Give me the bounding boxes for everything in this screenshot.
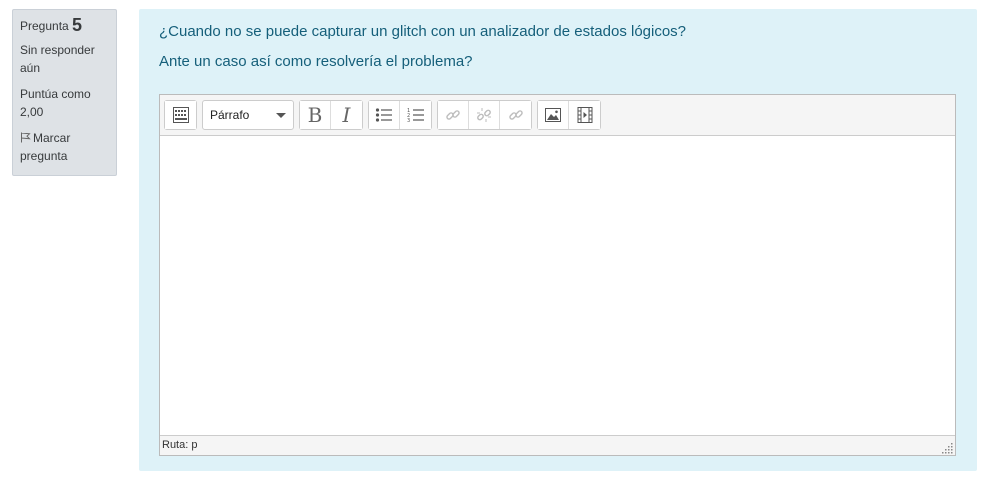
unordered-list-button[interactable] xyxy=(369,101,400,129)
film-icon xyxy=(577,107,592,123)
manage-links-button[interactable] xyxy=(500,101,531,129)
format-select-value: Párrafo xyxy=(210,108,250,122)
italic-icon: I xyxy=(342,103,351,127)
question-content: ¿Cuando no se puede capturar un glitch c… xyxy=(139,9,977,471)
bold-button[interactable]: B xyxy=(300,101,331,129)
image-icon xyxy=(545,108,561,122)
question-info-panel: Pregunta 5 Sin responder aún Puntúa como… xyxy=(12,9,117,176)
answer-editor: Párrafo B I 123 Ruta: p xyxy=(159,94,956,456)
question-line-2: Ante un caso así como resolvería el prob… xyxy=(159,53,473,70)
text-style-group: B I xyxy=(299,100,363,130)
toolbar-toggle-group xyxy=(164,100,197,130)
ordered-list-button[interactable]: 123 xyxy=(400,101,431,129)
bold-icon: B xyxy=(307,103,323,127)
list-group: 123 xyxy=(368,100,432,130)
paragraph-format-select[interactable]: Párrafo xyxy=(202,100,294,130)
chevron-down-icon xyxy=(276,113,286,118)
editor-toolbar: Párrafo B I 123 xyxy=(160,95,955,136)
link-group xyxy=(437,100,532,130)
media-group xyxy=(537,100,601,130)
insert-media-button[interactable] xyxy=(569,101,600,129)
question-line-1: ¿Cuando no se puede capturar un glitch c… xyxy=(159,23,687,40)
svg-text:3: 3 xyxy=(407,118,410,123)
question-grade: Puntúa como 2,00 xyxy=(20,87,91,119)
keyboard-icon xyxy=(172,107,189,123)
unlink-button[interactable] xyxy=(469,101,500,129)
italic-button[interactable]: I xyxy=(331,101,362,129)
resize-handle-icon[interactable] xyxy=(940,442,954,454)
numbered-list-icon: 123 xyxy=(407,108,424,123)
question-text: ¿Cuando no se puede capturar un glitch c… xyxy=(159,22,686,82)
flag-icon xyxy=(21,132,31,143)
question-label: Pregunta xyxy=(20,19,69,33)
link-manage-icon xyxy=(508,110,523,120)
unlink-icon xyxy=(477,108,491,122)
element-path: Ruta: p xyxy=(162,439,198,451)
link-icon xyxy=(446,110,460,120)
bullet-list-icon xyxy=(375,108,392,122)
insert-image-button[interactable] xyxy=(538,101,569,129)
editor-statusbar: Ruta: p xyxy=(160,435,955,455)
question-state: Sin responder aún xyxy=(20,43,95,75)
flag-question-link[interactable]: Marcar pregunta xyxy=(20,129,109,165)
answer-text-area[interactable] xyxy=(160,136,955,435)
question-number: Pregunta 5 xyxy=(20,16,109,35)
toolbar-toggle-button[interactable] xyxy=(165,101,196,129)
link-button[interactable] xyxy=(438,101,469,129)
question-number-value: 5 xyxy=(72,15,83,35)
